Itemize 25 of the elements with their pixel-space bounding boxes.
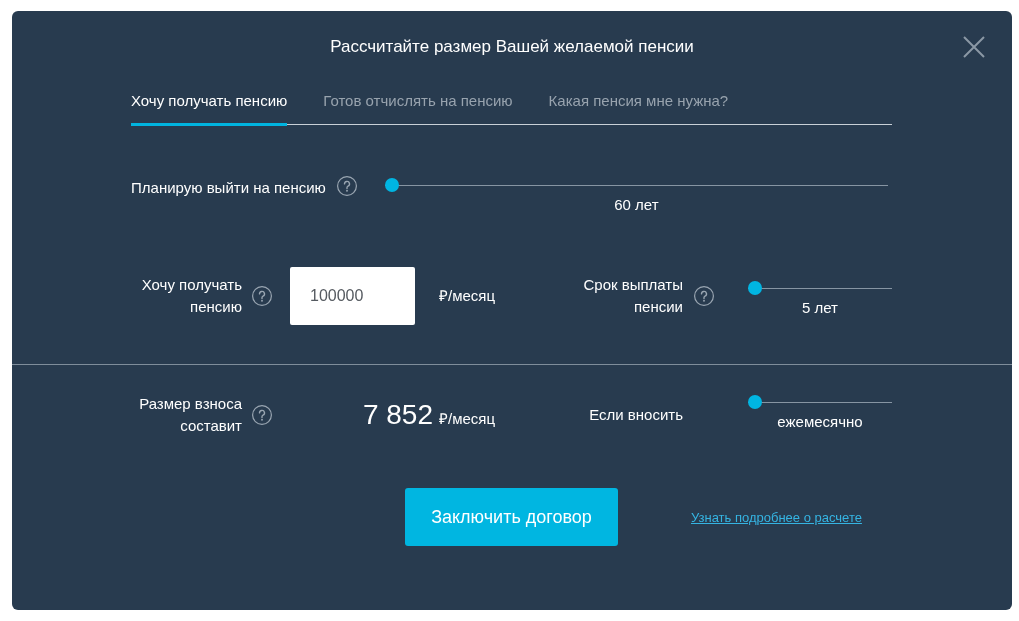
dialog-title: Рассчитайте размер Вашей желаемой пенсии <box>330 36 694 58</box>
field-label: Хочу получать пенсию <box>140 275 242 317</box>
help-icon[interactable] <box>252 286 272 306</box>
tab[interactable]: Хочу получать пенсию <box>131 91 288 126</box>
slider-value: ежемесячно <box>777 413 863 431</box>
slider-thumb[interactable] <box>748 281 762 295</box>
field-label: Если вносить <box>588 405 683 425</box>
slider-value: 60 лет <box>614 196 659 214</box>
input-field[interactable]: 100000 <box>290 267 415 325</box>
tab[interactable]: Какая пенсия мне нужна? <box>548 91 729 126</box>
slider-value: 5 лет <box>802 299 838 317</box>
tab[interactable]: Готов отчислять на пенсию <box>323 91 513 126</box>
help-icon[interactable] <box>336 176 357 196</box>
field-label: Размер взноса составит <box>138 394 242 436</box>
unit-label: ₽/месяц <box>439 409 496 429</box>
slider-thumb[interactable] <box>384 178 399 192</box>
payment-amount: 7 852 <box>362 399 433 431</box>
field-label: Планирую выйти на пенсию <box>131 178 326 198</box>
help-icon[interactable] <box>694 286 714 306</box>
slider-thumb[interactable] <box>748 395 762 409</box>
field-label: Срок выплаты пенсии <box>582 275 683 317</box>
details-link[interactable]: Узнать подробнее о расчете <box>691 509 862 525</box>
close-icon[interactable] <box>963 36 985 58</box>
unit-label: ₽/месяц <box>439 286 496 306</box>
help-icon[interactable] <box>252 405 272 425</box>
